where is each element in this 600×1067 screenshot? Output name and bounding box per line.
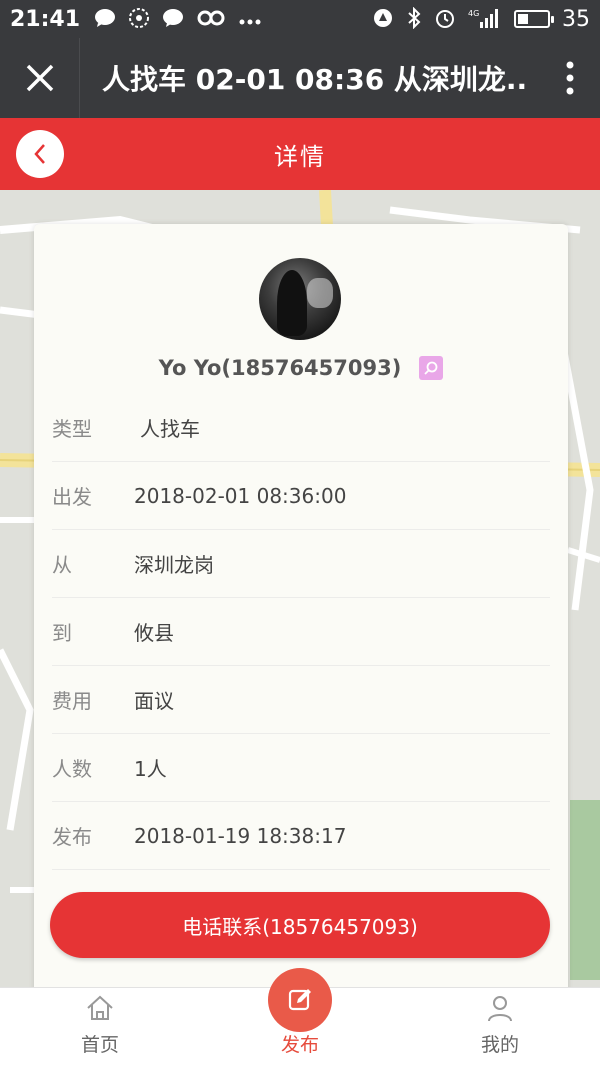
detail-value: 2018-02-01 08:36:00 [134, 483, 347, 508]
user-icon [488, 996, 512, 1022]
detail-value: 2018-01-19 18:38:17 [134, 823, 347, 848]
close-icon [26, 64, 53, 92]
webview-titlebar: 人找车 02-01 08:36 从深圳龙.. [0, 38, 600, 118]
detail-row-fee: 费用 面议 [52, 666, 550, 734]
search-icon [424, 361, 438, 375]
signal-app-icon [372, 7, 394, 32]
detail-value: 1人 [134, 757, 167, 781]
detail-label: 出发 [52, 485, 92, 509]
more-vertical-icon [566, 61, 574, 95]
status-bar: 21:41 4G 35 [0, 0, 600, 38]
avatar-light [307, 278, 333, 308]
edit-icon [288, 989, 311, 1011]
detail-row-departure: 出发 2018-02-01 08:36:00 [52, 462, 550, 530]
detail-card: Yo Yo(18576457093) 类型 人找车 出发 2018-02-01 … [34, 224, 568, 1024]
profile-name: Yo Yo(18576457093) [158, 356, 402, 380]
avatar [259, 258, 341, 340]
page-title: 人找车 02-01 08:36 从深圳龙.. [102, 63, 528, 96]
avatar-figure [277, 270, 307, 336]
detail-row-passengers: 人数 1人 [52, 734, 550, 802]
infinity-icon [196, 9, 226, 30]
detail-row-type: 类型 人找车 [52, 394, 550, 462]
nav-label-mine: 我的 [480, 1034, 519, 1056]
battery-level: 35 [562, 6, 590, 32]
detail-label: 类型 [52, 417, 92, 441]
detail-value: 攸县 [134, 621, 174, 645]
close-button[interactable] [0, 38, 80, 118]
wechat-icon [128, 7, 150, 32]
battery-icon [514, 10, 554, 28]
back-button[interactable] [16, 130, 64, 178]
status-time: 21:41 [10, 6, 81, 32]
network-label: 4G [468, 9, 479, 18]
detail-label: 到 [52, 621, 72, 645]
chat-icon [162, 8, 184, 31]
detail-label: 发布 [52, 825, 92, 849]
home-icon [87, 995, 113, 1020]
signal-4g-icon: 4G [468, 7, 502, 32]
detail-row-from: 从 深圳龙岗 [52, 530, 550, 598]
search-badge[interactable] [419, 356, 444, 380]
detail-header: 详情 [0, 118, 600, 190]
detail-value: 人找车 [140, 417, 200, 441]
nav-item-home[interactable]: 首页 [0, 988, 200, 1067]
message-icon [94, 8, 116, 31]
more-button[interactable] [540, 38, 600, 118]
detail-row-to: 到 攸县 [52, 598, 550, 666]
nav-item-mine[interactable]: 我的 [400, 988, 600, 1067]
detail-label: 费用 [52, 689, 92, 713]
post-button[interactable] [268, 968, 332, 1032]
battery-fill [518, 14, 528, 24]
detail-value: 面议 [134, 689, 174, 713]
status-left-icons [94, 7, 262, 32]
detail-row-published: 发布 2018-01-19 18:38:17 [52, 802, 550, 870]
bluetooth-icon [406, 6, 422, 32]
detail-label: 从 [52, 553, 72, 577]
status-right-icons: 4G 35 [372, 6, 590, 32]
detail-list: 类型 人找车 出发 2018-02-01 08:36:00 从 深圳龙岗 到 攸… [52, 394, 550, 870]
alarm-icon [434, 7, 456, 32]
nav-label-post: 发布 [280, 1034, 319, 1056]
chevron-left-icon [34, 144, 45, 164]
detail-value: 深圳龙岗 [134, 553, 214, 577]
call-button[interactable]: 电话联系(18576457093) [50, 892, 550, 958]
header-title: 详情 [274, 142, 326, 171]
more-dots-icon [238, 9, 262, 29]
profile-name-row: Yo Yo(18576457093) [34, 356, 568, 380]
detail-label: 人数 [52, 757, 92, 781]
nav-label-home: 首页 [80, 1034, 119, 1056]
